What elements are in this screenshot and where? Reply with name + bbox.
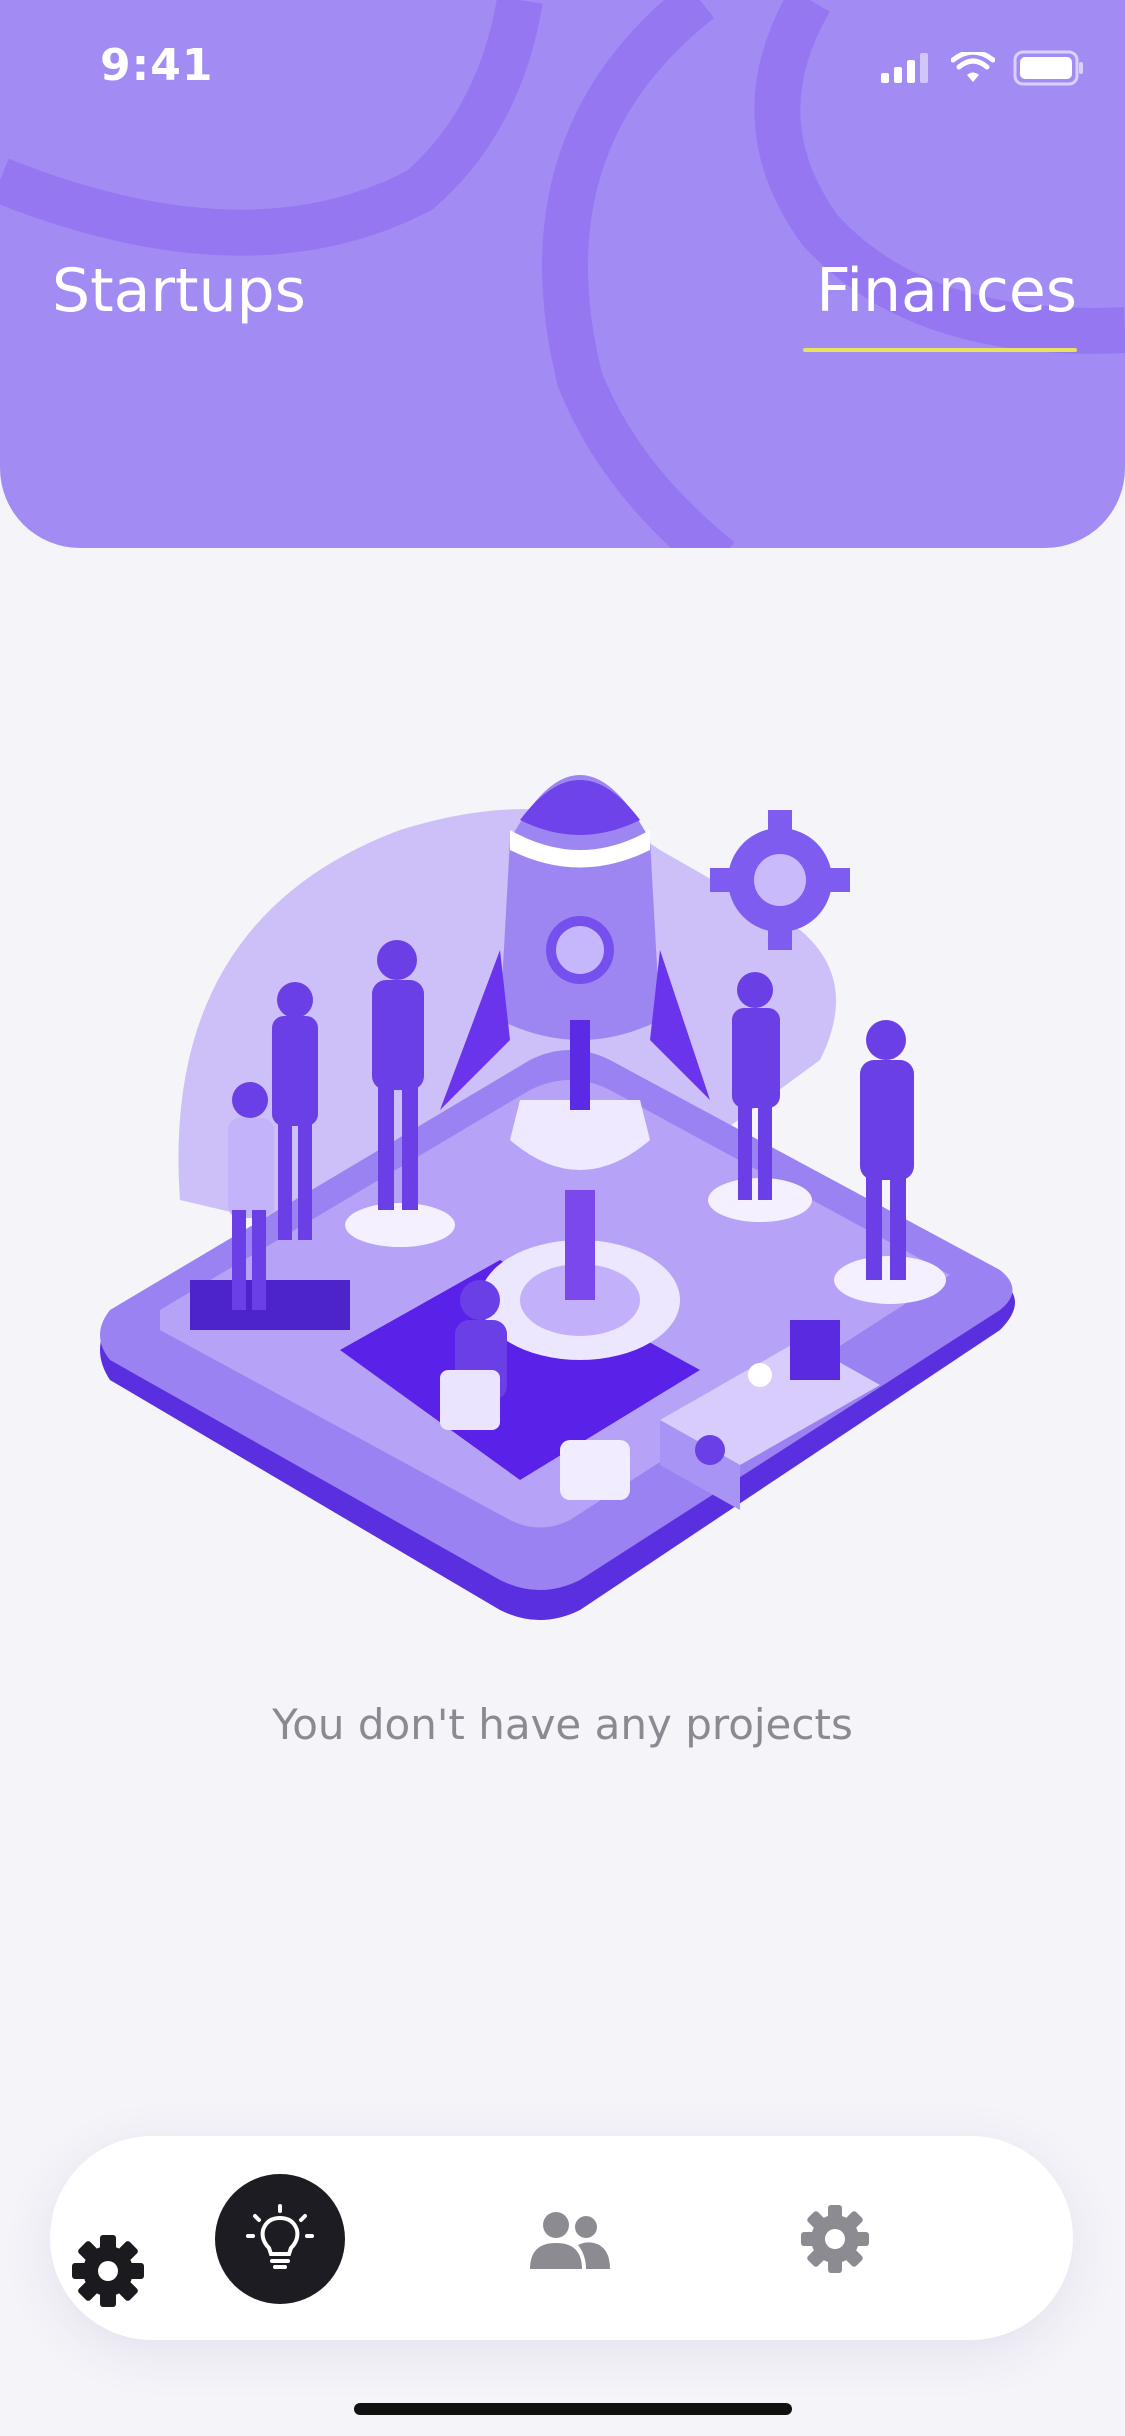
- tab-finances[interactable]: Finances: [816, 256, 1077, 326]
- team-icon: [530, 2212, 610, 2269]
- lightbulb-icon: [246, 2204, 314, 2269]
- wifi-icon: [951, 52, 995, 82]
- status-icons: [881, 50, 1085, 86]
- header: 9:41 Startups Finances: [0, 0, 1125, 548]
- signal-icon: [881, 53, 928, 83]
- bottom-nav: [50, 2136, 1073, 2340]
- tab-active-indicator: [803, 348, 1077, 352]
- rocket-launch-team-illustration: [100, 775, 1015, 1620]
- gear-icon[interactable]: [70, 2233, 146, 2309]
- gear-icon: [801, 2205, 869, 2273]
- tab-startups[interactable]: Startups: [52, 256, 306, 326]
- nav-team-button[interactable]: [515, 2184, 625, 2294]
- home-indicator: [354, 2403, 792, 2415]
- empty-state-message: You don't have any projects: [272, 1700, 853, 1749]
- status-time: 9:41: [100, 40, 214, 91]
- nav-settings-button[interactable]: [780, 2184, 890, 2294]
- battery-icon: [1013, 50, 1083, 86]
- nav-ideas-button[interactable]: [215, 2174, 345, 2304]
